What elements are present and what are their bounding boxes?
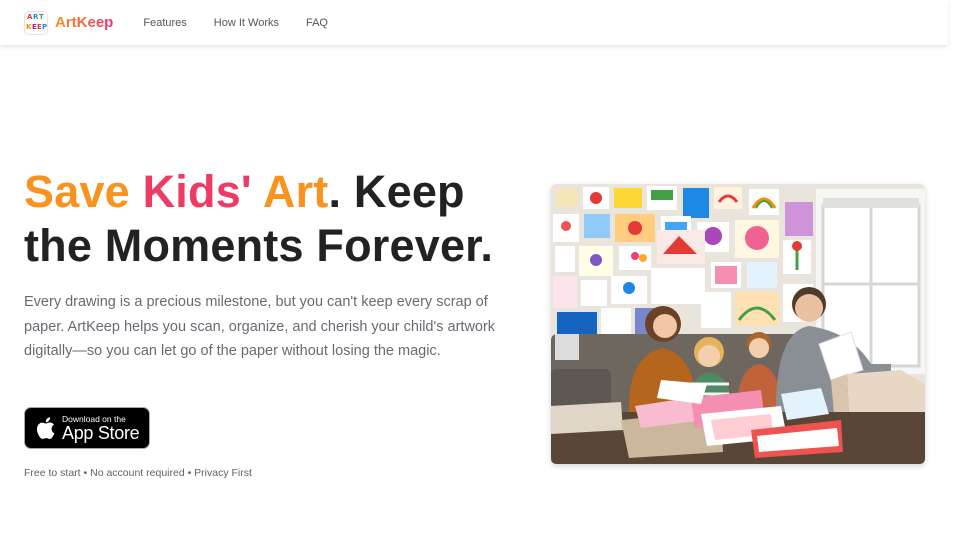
headline-word-save: Save xyxy=(24,166,130,217)
nav-link-faq[interactable]: FAQ xyxy=(306,17,328,29)
hero-description: Every drawing is a precious milestone, b… xyxy=(24,294,496,359)
nav-link-how-it-works[interactable]: How It Works xyxy=(214,17,279,29)
hero-footnote: Free to start • No account required • Pr… xyxy=(24,467,252,479)
nav-link-features[interactable]: Features xyxy=(143,17,186,29)
nav-links: Features How It Works FAQ xyxy=(143,17,355,29)
hero-family-photo xyxy=(551,184,925,464)
family-artwork-illustration xyxy=(551,184,925,464)
top-navbar: A R T K E E P ArtKeep Features How It Wo… xyxy=(0,0,948,45)
artkeep-logo-icon: A R T K E E P xyxy=(24,10,48,35)
apple-icon xyxy=(36,417,55,439)
app-store-download-button[interactable]: Download on the App Store xyxy=(24,407,150,449)
app-store-text: Download on the App Store xyxy=(62,413,140,443)
app-store-small-label: Download on the xyxy=(62,413,126,424)
brand-name: ArtKeep xyxy=(55,14,114,31)
hero-headline: Save Kids' Art. Keep the Moments Forever… xyxy=(24,165,524,273)
headline-word-art: Art xyxy=(262,166,329,217)
brand-logo[interactable]: A R T K E E P ArtKeep xyxy=(24,10,114,35)
app-store-big-label: App Store xyxy=(62,422,140,443)
headline-word-kids: Kids' xyxy=(142,166,252,217)
